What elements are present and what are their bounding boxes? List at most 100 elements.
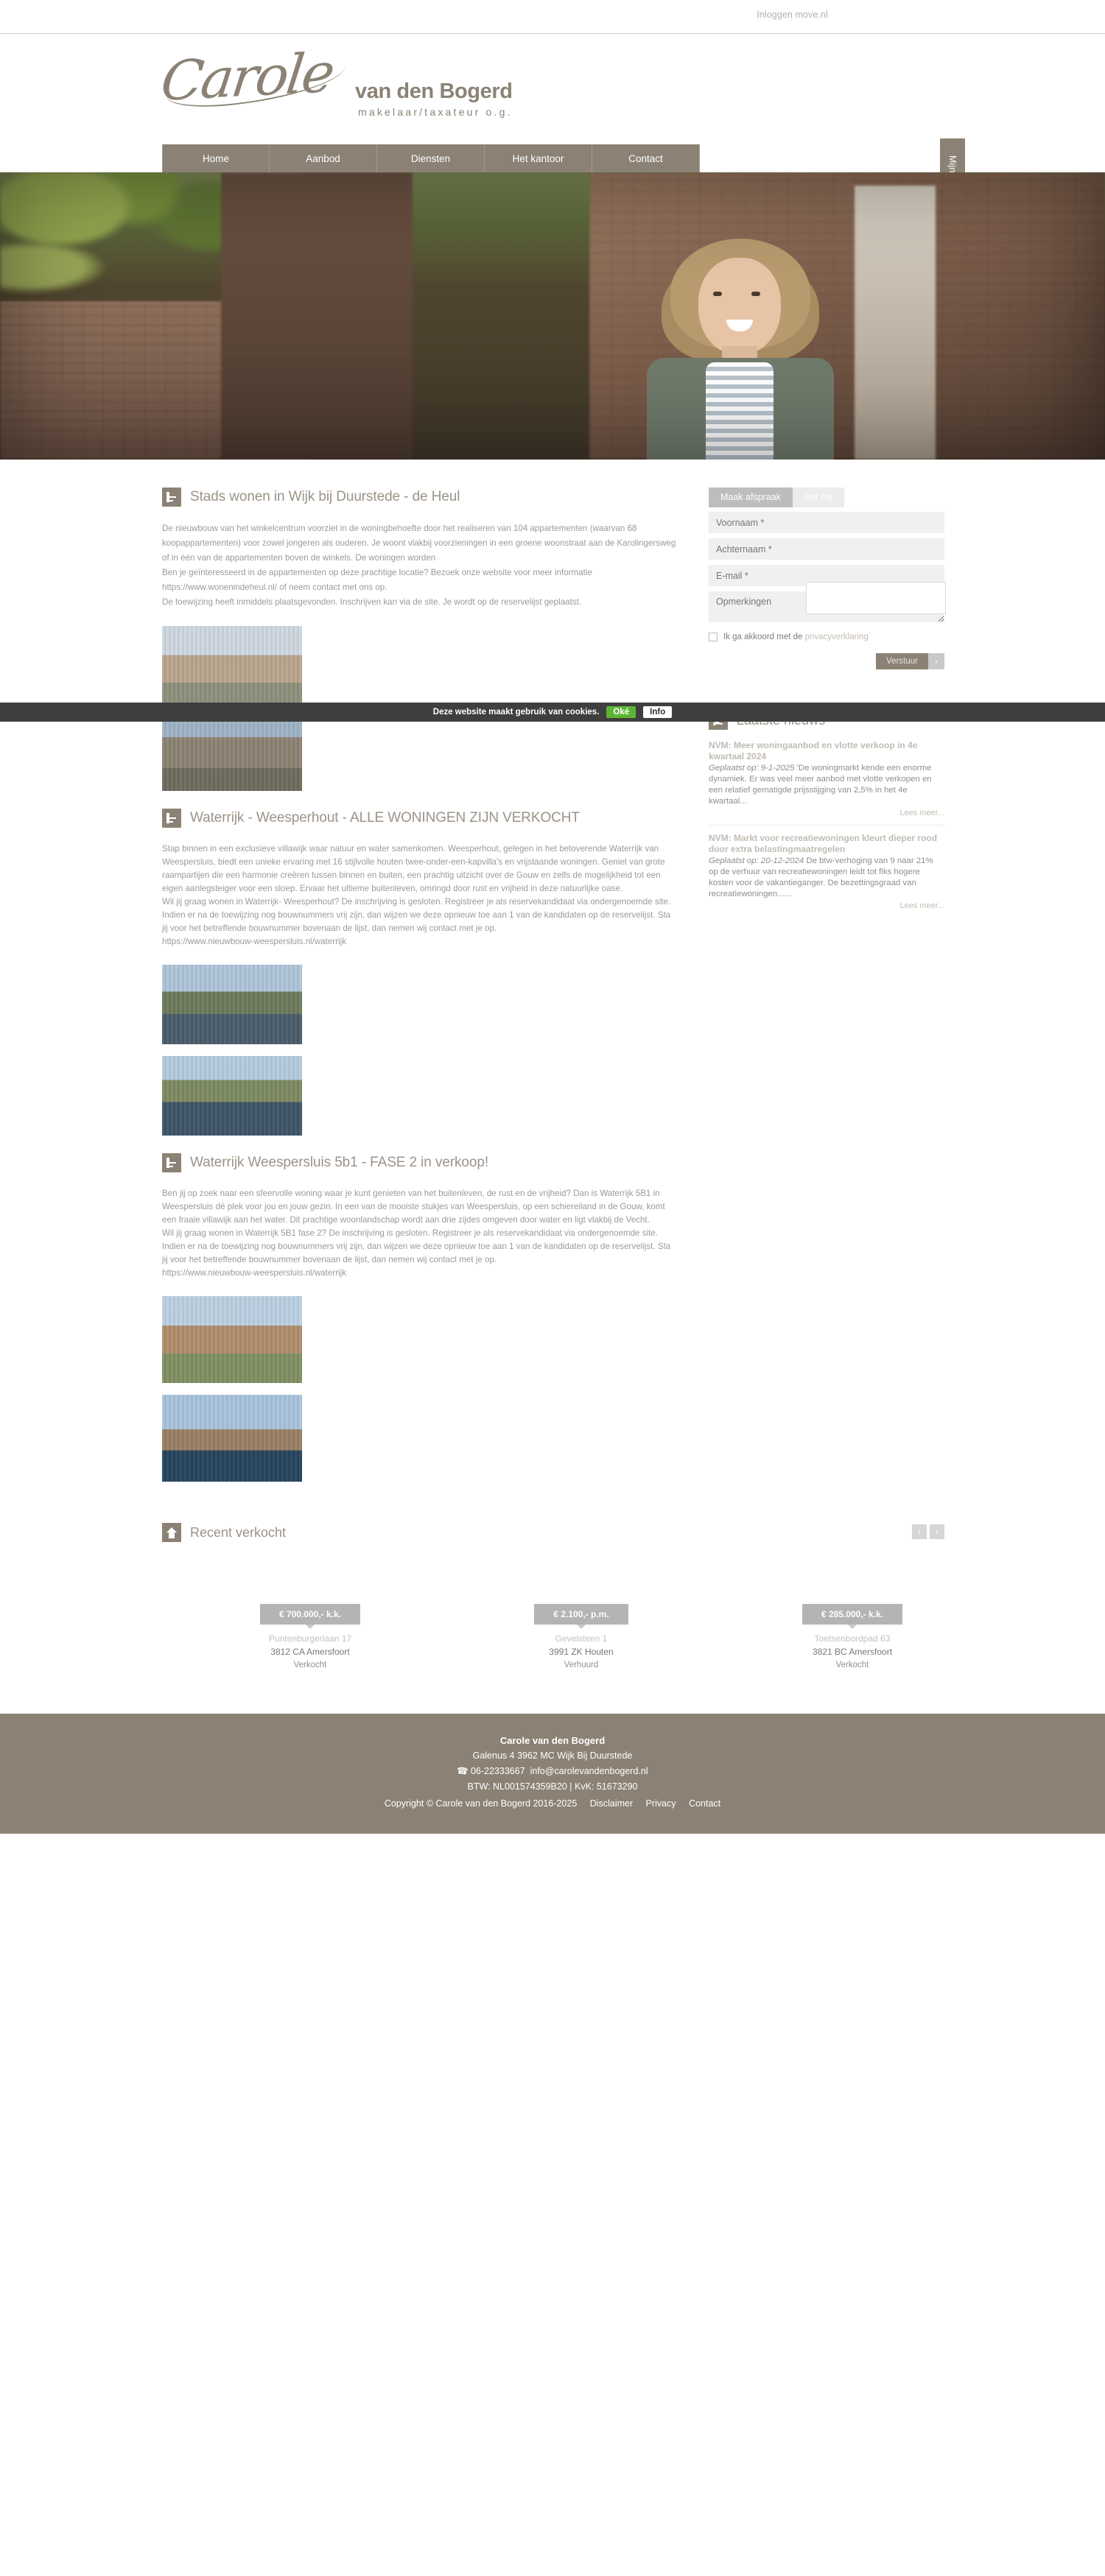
nav-item-diensten[interactable]: Diensten: [377, 144, 485, 172]
verstuur-arrow-icon[interactable]: ›: [928, 653, 944, 669]
article-body: De nieuwbouw van het winkelcentrum voorz…: [162, 521, 678, 610]
article-image[interactable]: [162, 1395, 302, 1482]
privacy-consent-label: Ik ga akkoord met de privacyverklaring: [723, 633, 869, 641]
cookie-accept-button[interactable]: Oké: [606, 706, 636, 718]
article-body: Ben jij op zoek naar een sfeervolle woni…: [162, 1187, 678, 1280]
article-image[interactable]: [162, 965, 302, 1044]
nav-item-home[interactable]: Home: [162, 144, 270, 172]
privacy-consent-row: Ik ga akkoord met de privacyverklaring: [709, 633, 944, 641]
article-weesperhout: Waterrijk - Weesperhout - ALLE WONINGEN …: [162, 809, 678, 1136]
logo-tagline: makelaar/taxateur o.g.: [358, 106, 513, 118]
verstuur-button[interactable]: Verstuur: [876, 653, 928, 669]
footer-phone-link[interactable]: 06-22333667: [471, 1766, 525, 1776]
news-item[interactable]: NVM: Meer woningaanbod en vlotte verkoop…: [709, 740, 944, 826]
main-content: Stads wonen in Wijk bij Duurstede - de H…: [140, 460, 965, 1482]
property-card[interactable]: € 285.000,- k.k. Toetsenbordpad 63 3821 …: [740, 1604, 965, 1669]
hero-banner-image: [0, 172, 1105, 460]
article-waterrijk-5b1: Waterrijk Weespersluis 5b1 - FASE 2 in v…: [162, 1153, 678, 1482]
cookie-info-button[interactable]: Info: [643, 706, 673, 718]
article-paragraph: De toewijzing heeft inmiddels plaatsgevo…: [162, 597, 582, 607]
contact-form-tabs: Maak afspraak Bel mij: [709, 488, 944, 507]
footer-email-link[interactable]: info@carolevandenbogerd.nl: [530, 1766, 648, 1776]
article-gallery: [162, 965, 678, 1136]
content-left-column: Stads wonen in Wijk bij Duurstede - de H…: [162, 488, 678, 1482]
site-footer: Carole van den Bogerd Galenus 4 3962 MC …: [0, 1714, 1105, 1834]
article-paragraph: Stap binnen in een exclusieve villawijk …: [162, 844, 665, 893]
voornaam-input[interactable]: [709, 512, 944, 533]
footer-copyright-row: Copyright © Carole van den Bogerd 2016-2…: [0, 1796, 1105, 1812]
article-paragraph: Ben jij op zoek naar een sfeervolle woni…: [162, 1189, 665, 1225]
property-status-badge: Verhuurd: [564, 1661, 599, 1669]
privacy-policy-link[interactable]: privacyverklaring: [805, 633, 869, 641]
news-item-date: Geplaatst op: 9-1-2025: [709, 764, 795, 773]
property-card[interactable]: € 2.100,- p.m. Gevelsteen 1 3991 ZK Hout…: [469, 1604, 694, 1669]
article-image[interactable]: [162, 626, 302, 703]
footer-contact-row: ☎ 06-22333667 info@carolevandenbogerd.nl: [0, 1764, 1105, 1779]
main-navigation: Home Aanbod Diensten Het kantoor Contact…: [0, 138, 1105, 234]
article-icon: [162, 488, 181, 507]
news-item-title: NVM: Markt voor recreatiewoningen kleurt…: [709, 833, 938, 854]
logo-script-text: Carole: [157, 41, 337, 113]
article-header: Waterrijk Weespersluis 5b1 - FASE 2 in v…: [162, 1153, 678, 1172]
nav-items: Home Aanbod Diensten Het kantoor Contact: [162, 144, 700, 172]
news-item-title: NVM: Meer woningaanbod en vlotte verkoop…: [709, 740, 918, 761]
article-header: Stads wonen in Wijk bij Duurstede - de H…: [162, 488, 678, 507]
footer-legal: BTW: NL001574359B20 | KvK: 51673290: [467, 1781, 638, 1792]
house-icon: [162, 1523, 181, 1542]
footer-company-name: Carole van den Bogerd: [499, 1735, 606, 1746]
tab-maak-afspraak[interactable]: Maak afspraak: [709, 488, 793, 507]
article-body: Stap binnen in een exclusieve villawijk …: [162, 842, 678, 949]
recent-sold-carousel-nav: ‹ ›: [912, 1524, 944, 1539]
cookie-consent-bar: Deze website maakt gebruik van cookies. …: [0, 703, 1105, 722]
nav-item-het-kantoor[interactable]: Het kantoor: [485, 144, 592, 172]
top-utility-bar: Inloggen move.nl: [0, 0, 1105, 34]
news-read-more-link[interactable]: Lees meer...: [709, 901, 944, 910]
article-de-heul: Stads wonen in Wijk bij Duurstede - de H…: [162, 488, 678, 791]
property-street: Toetsenbordpad 63: [814, 1633, 891, 1644]
article-image[interactable]: [162, 1296, 302, 1383]
nav-item-aanbod[interactable]: Aanbod: [270, 144, 377, 172]
news-item[interactable]: NVM: Markt voor recreatiewoningen kleurt…: [709, 833, 944, 918]
footer-privacy-link[interactable]: Privacy: [646, 1798, 676, 1809]
news-item-body: Geplaatst op: 9-1-2025 'De woningmarkt k…: [709, 763, 944, 807]
page-root: Inloggen move.nl Carole van den Bogerd m…: [0, 0, 1105, 1834]
footer-contact-link[interactable]: Contact: [689, 1798, 720, 1809]
logo-name-text: van den Bogerd: [355, 80, 513, 103]
news-item-date: Geplaatst op: 20-12-2024: [709, 856, 804, 865]
article-paragraph: De nieuwbouw van het winkelcentrum voorz…: [162, 524, 676, 563]
consent-prefix: Ik ga akkoord met de: [723, 633, 803, 641]
property-street: Puntenburgerlaan 17: [268, 1633, 352, 1644]
property-card[interactable]: € 700.000,- k.k. Puntenburgerlaan 17 381…: [197, 1604, 423, 1669]
latest-news-panel: Laatste nieuws NVM: Meer woningaanbod en…: [709, 711, 944, 918]
footer-disclaimer-link[interactable]: Disclaimer: [590, 1798, 633, 1809]
cookie-message: Deze website maakt gebruik van cookies.: [432, 708, 600, 717]
article-icon: [162, 809, 181, 828]
carousel-prev-button[interactable]: ‹: [912, 1524, 927, 1539]
article-header: Waterrijk - Weesperhout - ALLE WONINGEN …: [162, 809, 678, 828]
nav-item-contact[interactable]: Contact: [592, 144, 700, 172]
login-move-link[interactable]: Inloggen move.nl: [757, 10, 828, 20]
article-link-text[interactable]: https://www.nieuwbouw-weespersluis.nl/wa…: [162, 935, 678, 949]
article-link-text[interactable]: https://www.nieuwbouw-weespersluis.nl/wa…: [162, 1267, 678, 1280]
property-city: 3821 BC Amersfoort: [812, 1647, 893, 1657]
site-header: Carole van den Bogerd makelaar/taxateur …: [0, 34, 1105, 144]
article-title: Waterrijk - Weesperhout - ALLE WONINGEN …: [190, 810, 580, 826]
achternaam-input[interactable]: [709, 538, 944, 560]
article-image[interactable]: [162, 1056, 302, 1136]
site-logo[interactable]: Carole van den Bogerd makelaar/taxateur …: [158, 41, 545, 133]
captcha-box[interactable]: [806, 582, 946, 614]
privacy-consent-checkbox[interactable]: [709, 633, 718, 641]
property-city: 3812 CA Amersfoort: [270, 1647, 350, 1657]
article-icon: [162, 1153, 181, 1172]
tab-bel-mij[interactable]: Bel mij: [792, 488, 844, 507]
article-image[interactable]: [162, 714, 302, 791]
recent-sold-title: Recent verkocht: [190, 1524, 287, 1540]
footer-copyright: Copyright © Carole van den Bogerd 2016-2…: [384, 1798, 578, 1809]
recent-sold-cards: € 700.000,- k.k. Puntenburgerlaan 17 381…: [197, 1604, 965, 1669]
property-city: 3991 ZK Houten: [549, 1647, 614, 1657]
submit-row: Verstuur ›: [709, 653, 944, 669]
carousel-next-button[interactable]: ›: [930, 1524, 944, 1539]
contact-form: Ik ga akkoord met de privacyverklaring V…: [709, 507, 946, 669]
property-status-badge: Verkocht: [293, 1661, 327, 1669]
news-read-more-link[interactable]: Lees meer...: [709, 809, 944, 817]
